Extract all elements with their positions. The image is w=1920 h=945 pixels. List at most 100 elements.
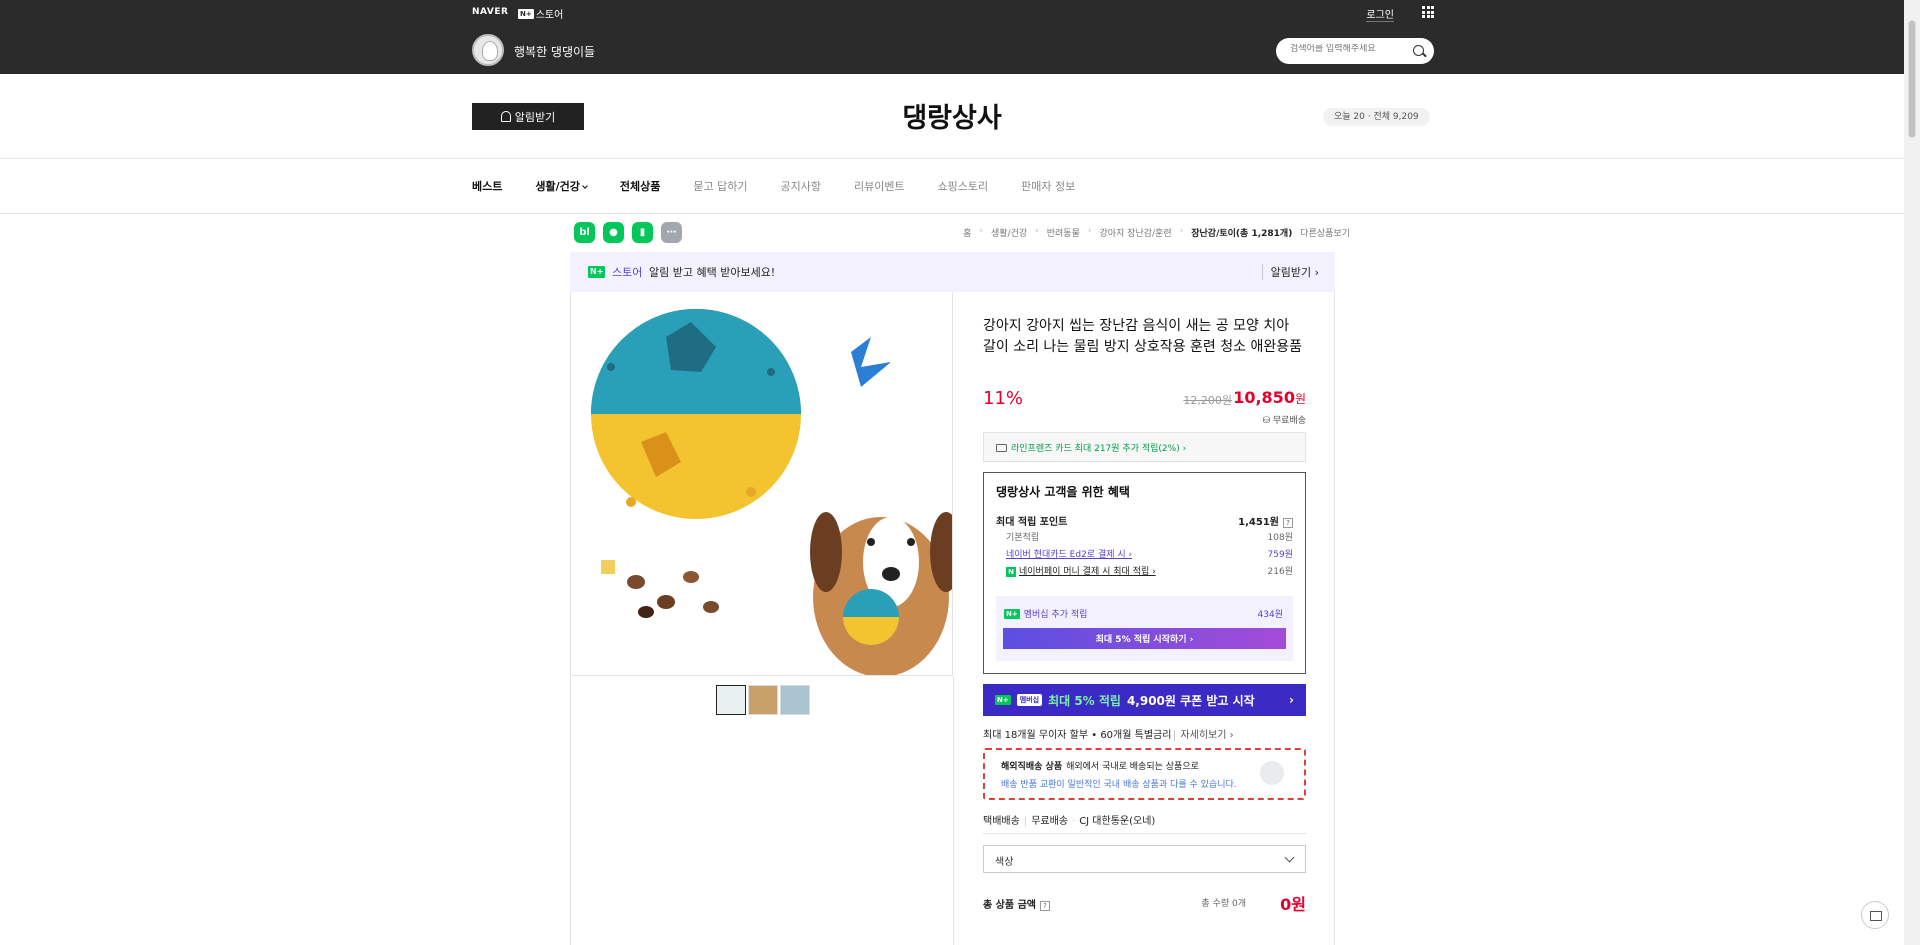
npay-value: 216원 [1267,567,1293,577]
nav-life-health-label: 생활/건강 [535,180,580,193]
chevron-down-icon [582,183,588,189]
hyundai-card-label[interactable]: 네이버 현대카드 Ed2로 결제 시 › [996,547,1132,560]
thumbnail-1[interactable] [716,685,746,715]
thumbnail-2[interactable] [748,685,778,715]
ship-cost: 무료배송 [1031,816,1068,827]
discount-rate: 11% [983,388,1024,409]
image-column-divider [953,676,954,945]
overseas-note: 배송 반품 교환이 일반적인 국내 배송 상품과 다를 수 있습니다. [1001,780,1237,790]
nav-shopping-story[interactable]: 쇼핑스토리 [938,178,989,194]
search-box[interactable] [1276,38,1434,64]
alert-strip: N+ 스토어 알림 받고 혜택 받아보세요! 알림받기 › [570,252,1335,292]
search-icon[interactable] [1413,45,1424,56]
nav-all-products[interactable]: 전체상품 [620,178,660,194]
help-icon[interactable]: ? [1283,518,1293,528]
alert-store-word: 스토어 [612,266,643,279]
alert-text: 알림 받고 혜택 받아보세요! [649,266,776,279]
overseas-desc: 해외에서 국내로 배송되는 상품으로 [1066,762,1199,772]
thumbnail-3[interactable] [780,685,810,715]
breadcrumb-pets[interactable]: 반려동물 [1047,226,1080,239]
benefit-box: 댕랑상사 고객을 위한 혜택 최대 적립 포인트 1,451원? 기본적립 10… [983,472,1306,674]
product-image[interactable] [571,292,953,676]
share-button[interactable] [1861,901,1889,929]
breadcrumb-other-products[interactable]: 다른상품보기 [1300,226,1350,239]
basic-point-row: 기본적립 108원 [996,530,1293,543]
login-link[interactable]: 로그인 [1366,6,1394,22]
thumbnail-list [716,685,810,715]
benefit-title: 댕랑상사 고객을 위한 혜택 [996,485,1130,499]
talk-icon[interactable]: ● [603,222,624,243]
nav-review-event[interactable]: 리뷰이벤트 [854,178,905,194]
overseas-line-1: 해외직배송 상품 해외에서 국내로 배송되는 상품으로 [1001,759,1304,772]
hyundai-card-value: 759원 [1267,550,1293,560]
shipping-info: 택배배송 | 무료배송 · CJ 대한통운(오네) [983,816,1156,827]
nav-seller-info[interactable]: 판매자 정보 [1021,178,1075,194]
store-nav: 베스트 생활/건강 전체상품 묻고 답하기 공지사항 리뷰이벤트 쇼핑스토리 판… [472,178,1108,194]
breadcrumb-life-health[interactable]: 생활/건강 [991,226,1027,239]
apps-grid-icon[interactable] [1422,6,1434,18]
npay-icon: N [1006,567,1016,577]
promo-member-tag: 멤버십 [1016,694,1043,706]
help-icon[interactable]: ? [1039,901,1050,911]
product-frame: 강아지 강아지 씹는 장난감 음식이 새는 공 모양 치아 갈이 소리 나는 물… [570,292,1335,945]
npay-label[interactable]: 네이버페이 머니 결제 시 최대 적립 › [1019,567,1156,577]
scrollbar-thumb[interactable] [1908,20,1916,138]
basic-point-label: 기본적립 [1006,533,1040,543]
overseas-notice: 해외직배송 상품 해외에서 국내로 배송되는 상품으로 배송 반품 교환이 일반적… [983,748,1306,800]
store-logo[interactable]: N+ 스토어 [518,6,563,21]
bookmark-icon[interactable]: ▮ [632,222,653,243]
total-count: 총 수량 0개 [1201,899,1246,909]
visit-count: 오늘 20 · 전체 9,209 [1323,108,1430,126]
breadcrumb-home[interactable]: 홈 [963,226,971,239]
membership-label: N+ 멤버십 추가 적립 [1004,607,1087,620]
total-label-text: 총 상품 금액 [983,900,1036,911]
free-shipping-label: 무료배송 [1272,416,1306,426]
chevron-down-icon [1284,852,1295,863]
alert-link[interactable]: 알림받기 › [1261,264,1319,280]
nav-best[interactable]: 베스트 [472,178,502,194]
original-price: 12,200원 [1183,394,1232,407]
membership-start-button[interactable]: 최대 5% 적립 시작하기 › [1003,628,1286,649]
breadcrumb: 홈 › 생활/건강 › 반려동물 › 강아지 장난감/훈련 › 장난감/토이(총 1,2… [963,226,1350,239]
shipping-divider [983,833,1306,834]
nav-qna[interactable]: 묻고 답하기 [693,178,747,194]
installment-detail-link[interactable]: 자세히보기 › [1174,730,1234,741]
sale-price-unit: 원 [1294,392,1306,406]
more-icon[interactable]: ⋯ [661,222,682,243]
breadcrumb-toy[interactable]: 장난감/토이(총 1,281개) [1191,226,1292,239]
naver-plus-badge: N+ [1004,608,1020,619]
product-title: 강아지 강아지 씹는 장난감 음식이 새는 공 모양 치아 갈이 소리 나는 물… [983,318,1302,355]
installment-text: 최대 18개월 무이자 할부 • 60개월 특별금리 [983,730,1172,741]
membership-promo-banner[interactable]: N+ 멤버십 최대 5% 적립 4,900원 쿠폰 받고 시작 › [983,684,1306,716]
card-benefit[interactable]: 라인프렌즈 카드 최대 217원 추가 적립(2%) › [983,432,1306,462]
plane-icon [1260,761,1284,785]
global-topbar: NAVER N+ 스토어 로그인 행복한 댕댕이들 [0,0,1904,74]
nav-life-health[interactable]: 생활/건강 [535,178,588,194]
max-point-row: 최대 적립 포인트 1,451원? [996,513,1293,528]
color-select-label: 색상 [995,857,1014,868]
product-info: 강아지 강아지 씹는 장난감 음식이 새는 공 모양 치아 갈이 소리 나는 물… [983,316,1306,914]
naver-plus-badge: N+ [995,695,1011,705]
chevron-right-icon: › [1289,693,1294,707]
store-name[interactable]: 행복한 댕댕이들 [514,43,595,60]
nav-notice[interactable]: 공지사항 [780,178,820,194]
page-scrollbar[interactable] [1904,0,1920,945]
naver-plus-badge: N+ [518,8,534,19]
ship-type: 택배배송 [983,816,1020,827]
store-header: 알림받기 댕랑상사 오늘 20 · 전체 9,209 [0,74,1904,159]
free-shipping: ⛁ 무료배송 [1262,416,1306,426]
color-select[interactable]: 색상 [983,845,1306,873]
npay-row[interactable]: N 네이버페이 머니 결제 시 최대 적립 › 216원 [996,564,1293,577]
breadcrumb-dog-toys[interactable]: 강아지 장난감/훈련 [1099,226,1171,239]
promo-highlight: 최대 5% 적립 [1048,693,1121,708]
membership-box: N+ 멤버십 추가 적립 434원 최대 5% 적립 시작하기 › [996,596,1293,661]
search-input[interactable] [1290,44,1408,54]
naver-logo[interactable]: NAVER [472,7,508,17]
store-avatar[interactable] [472,34,504,66]
store-logo-label: 스토어 [535,10,564,21]
store-title[interactable]: 댕랑상사 [0,96,1904,135]
blog-icon[interactable]: bl [574,222,595,243]
card-benefit-label: 라인프렌즈 카드 최대 217원 추가 적립(2%) › [1011,444,1187,454]
overseas-title: 해외직배송 상품 [1001,762,1063,772]
hyundai-card-row[interactable]: 네이버 현대카드 Ed2로 결제 시 › 759원 [996,547,1293,560]
